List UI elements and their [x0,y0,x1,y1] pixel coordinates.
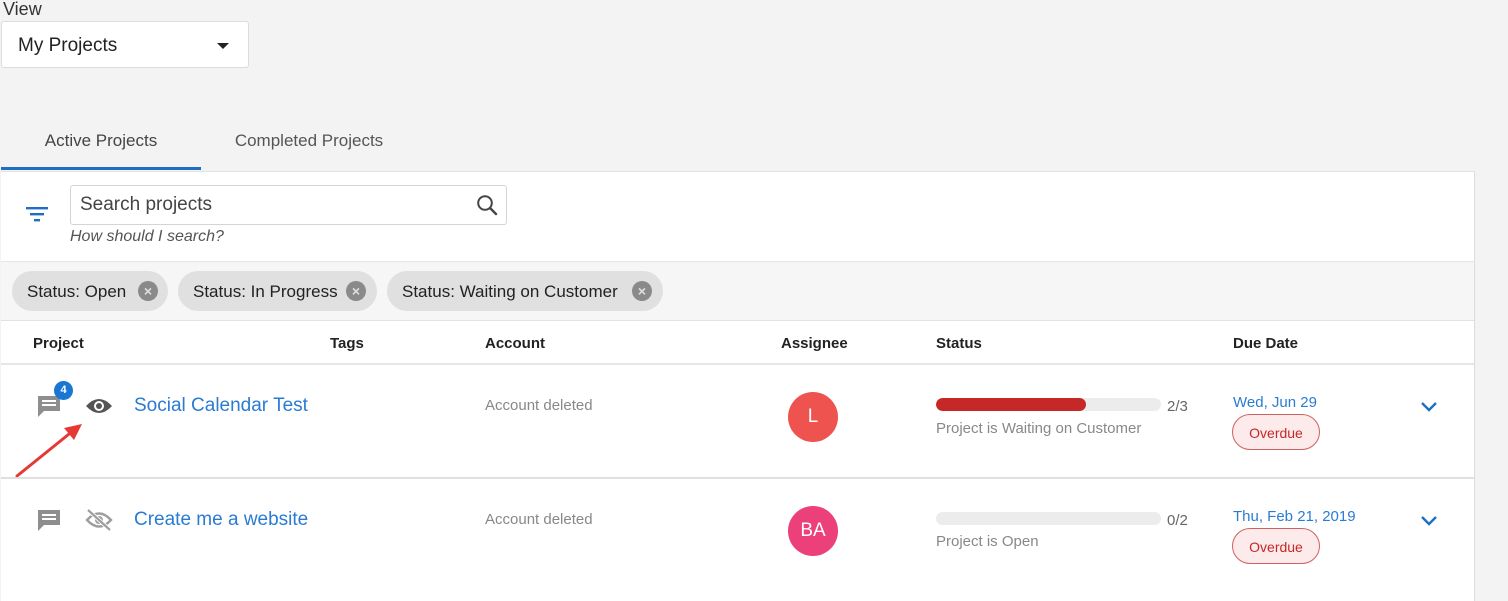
progress-bar-fill [936,398,1087,411]
tab-completed-projects[interactable]: Completed Projects [209,128,409,170]
filter-chip: Status: Waiting on Customer × [387,271,663,311]
row-divider [1,477,1474,479]
account-name: Account deleted [485,397,593,414]
search-icon[interactable] [476,194,498,216]
view-label: View [3,0,42,19]
search-help-link[interactable]: How should I search? [70,228,224,246]
progress-bar [936,398,1161,411]
filter-chip: Status: Open × [12,271,168,311]
chevron-down-icon[interactable] [1420,515,1438,527]
project-link[interactable]: Create me a website [134,509,308,531]
caret-down-icon [217,43,229,49]
column-header-due-date[interactable]: Due Date [1233,335,1298,352]
filter-chip-label: Status: In Progress [193,282,338,301]
filter-chip: Status: In Progress × [178,271,377,311]
due-date[interactable]: Wed, Jun 29 [1233,394,1317,411]
chevron-down-icon[interactable] [1420,401,1438,413]
filter-icon[interactable] [26,204,50,224]
overdue-badge: Overdue [1232,528,1320,564]
progress-count: 2/3 [1167,398,1188,415]
status-text: Project is Open [936,533,1039,550]
annotation-arrow-icon [15,424,82,478]
column-header-tags[interactable]: Tags [330,335,364,352]
avatar[interactable]: BA [788,506,838,556]
remove-filter-icon[interactable]: × [138,281,158,301]
search-input[interactable] [80,192,460,218]
project-link[interactable]: Social Calendar Test [134,395,308,417]
progress-bar [936,512,1161,525]
column-header-status[interactable]: Status [936,335,982,352]
due-date[interactable]: Thu, Feb 21, 2019 [1233,508,1356,525]
account-name: Account deleted [485,511,593,528]
remove-filter-icon[interactable]: × [632,281,652,301]
avatar[interactable]: L [788,392,838,442]
header-divider [1,363,1474,365]
view-dropdown[interactable]: My Projects [1,21,249,68]
eye-icon[interactable] [84,395,114,417]
tab-label: Active Projects [44,131,158,150]
tab-active-projects[interactable]: Active Projects [1,128,201,170]
view-dropdown-value: My Projects [18,35,118,56]
filter-chip-label: Status: Open [27,282,127,301]
column-header-project[interactable]: Project [33,335,84,352]
tab-label: Completed Projects [234,131,384,150]
status-text: Project is Waiting on Customer [936,420,1142,437]
progress-count: 0/2 [1167,512,1188,529]
column-header-assignee[interactable]: Assignee [781,335,848,352]
column-header-account[interactable]: Account [485,335,545,352]
search-box [70,185,507,225]
filter-chip-label: Status: Waiting on Customer [402,282,618,301]
remove-filter-icon[interactable]: × [346,281,366,301]
comment-count-badge: 4 [54,381,73,400]
overdue-badge: Overdue [1232,414,1320,450]
eye-off-icon[interactable] [84,509,114,531]
comment-icon[interactable] [36,508,62,532]
